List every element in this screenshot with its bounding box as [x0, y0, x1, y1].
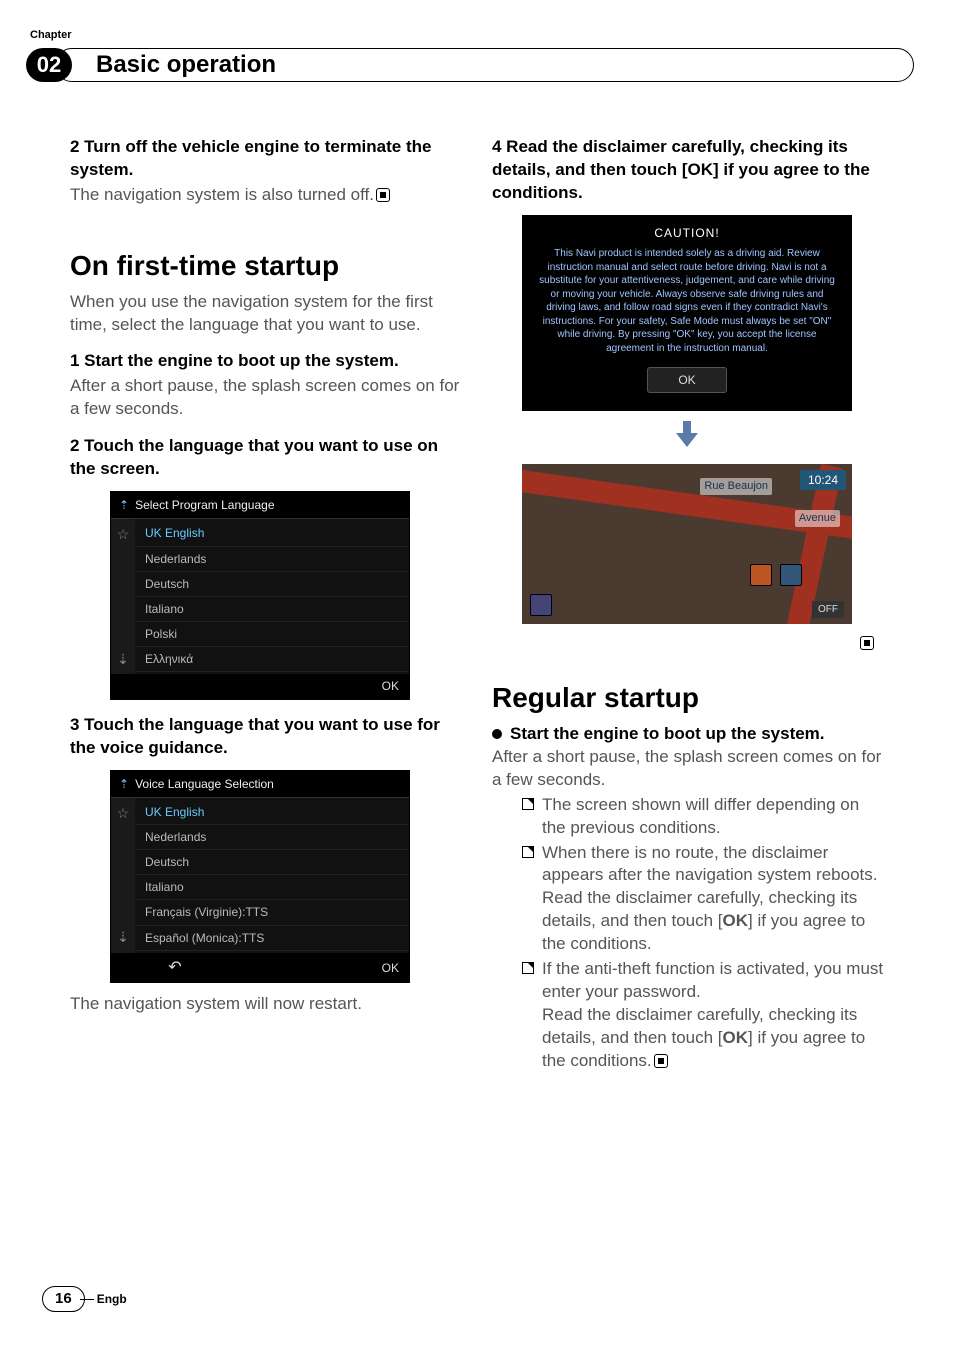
ok-bold: OK — [723, 1028, 749, 1047]
map-screenshot: Rue Beaujon Avenue 10:24 OFF — [522, 464, 852, 624]
sh2-header: Voice Language Selection — [135, 776, 274, 792]
sh1-header: Select Program Language — [135, 497, 274, 513]
ft-step1-body: After a short pause, the splash screen c… — [70, 375, 462, 421]
map-menu-icon[interactable] — [530, 594, 552, 616]
step-2-body-text: The navigation system is also turned off… — [70, 185, 374, 204]
list-item[interactable]: Español (Monica):TTS — [135, 926, 409, 951]
back-icon[interactable]: ↶ — [168, 957, 181, 979]
up-arrow-icon: ⇡ — [119, 497, 129, 513]
note-3-text: If the anti-theft function is activated,… — [542, 958, 884, 1073]
scroll-down-icon[interactable]: ⇣ — [117, 650, 129, 669]
scroll-down-icon[interactable]: ⇣ — [117, 928, 129, 947]
note-item-1: The screen shown will differ depending o… — [492, 794, 884, 840]
list-item[interactable]: Italiano — [135, 875, 409, 900]
arrow-down-icon — [522, 419, 852, 456]
ft-step1-title: 1 Start the engine to boot up the system… — [70, 350, 462, 373]
caution-title: CAUTION! — [536, 225, 838, 241]
caution-body: This Navi product is intended solely as … — [536, 247, 838, 355]
list-item[interactable]: Nederlands — [135, 547, 409, 572]
list-item[interactable]: Ελληνικά — [135, 647, 409, 672]
end-of-section — [492, 632, 884, 655]
heading-first-time-startup: On first-time startup — [70, 247, 462, 285]
map-avenue-label: Avenue — [795, 510, 840, 527]
program-language-screenshot: ⇡ Select Program Language ☆ ⇣ UK English… — [110, 491, 410, 700]
note-box-icon — [522, 962, 534, 974]
heading-regular-startup: Regular startup — [492, 679, 884, 717]
note-box-icon — [522, 798, 534, 810]
map-street-label: Rue Beaujon — [700, 478, 772, 495]
note-box-icon — [522, 846, 534, 858]
page-number: 16 — [42, 1286, 85, 1312]
end-of-section-icon — [654, 1054, 668, 1068]
list-item[interactable]: Italiano — [135, 597, 409, 622]
step-2-title: 2 Turn off the vehicle engine to termina… — [70, 136, 462, 182]
list-item[interactable]: Deutsch — [135, 572, 409, 597]
page-lang: Engb — [97, 1291, 127, 1307]
note-1-text: The screen shown will differ depending o… — [542, 794, 884, 840]
map-flag-icon[interactable] — [780, 564, 802, 586]
left-column: 2 Turn off the vehicle engine to termina… — [70, 130, 462, 1073]
voice-language-screenshot: ⇡ Voice Language Selection ☆ ⇣ UK Englis… — [110, 770, 410, 984]
end-of-section-icon — [376, 188, 390, 202]
first-time-intro: When you use the navigation system for t… — [70, 291, 462, 337]
scroll-up-icon[interactable]: ☆ — [117, 804, 130, 823]
note-2-text: When there is no route, the disclaimer a… — [542, 842, 884, 957]
regular-bullet-body: After a short pause, the splash screen c… — [492, 746, 884, 792]
caution-screenshot: CAUTION! This Navi product is intended s… — [522, 215, 852, 411]
ok-bold: OK — [723, 911, 749, 930]
list-item[interactable]: UK English — [135, 800, 409, 825]
map-pin-icon[interactable] — [750, 564, 772, 586]
chapter-number-badge: 02 — [26, 48, 72, 82]
sh2-ok[interactable]: OK — [382, 960, 399, 976]
regular-bullet-title: Start the engine to boot up the system. — [492, 723, 884, 746]
right-column: 4 Read the disclaimer carefully, checkin… — [492, 130, 884, 1073]
map-clock: 10:24 — [800, 470, 846, 490]
map-off-label: OFF — [812, 601, 844, 619]
up-arrow-icon: ⇡ — [119, 776, 129, 792]
note-item-3: If the anti-theft function is activated,… — [492, 958, 884, 1073]
end-of-section-icon — [860, 636, 874, 650]
ft-step3-title: 3 Touch the language that you want to us… — [70, 714, 462, 760]
ft-step2-title: 2 Touch the language that you want to us… — [70, 435, 462, 481]
sh1-list: UK English Nederlands Deutsch Italiano P… — [135, 519, 409, 674]
note-item-2: When there is no route, the disclaimer a… — [492, 842, 884, 957]
caution-ok-button[interactable]: OK — [647, 367, 726, 393]
sh2-list: UK English Nederlands Deutsch Italiano F… — [135, 798, 409, 953]
chapter-title: Basic operation — [55, 48, 914, 82]
step-4-title: 4 Read the disclaimer carefully, checkin… — [492, 136, 884, 205]
sh1-ok[interactable]: OK — [382, 678, 399, 694]
list-item[interactable]: UK English — [135, 521, 409, 546]
list-item[interactable]: Deutsch — [135, 850, 409, 875]
list-item[interactable]: Polski — [135, 622, 409, 647]
page-footer: 16 Engb — [42, 1286, 127, 1312]
chapter-label: Chapter — [30, 28, 72, 43]
note-3a: If the anti-theft function is activated,… — [542, 959, 883, 1001]
list-item[interactable]: Français (Virginie):TTS — [135, 900, 409, 925]
regular-bullet-text: Start the engine to boot up the system. — [510, 724, 825, 743]
bullet-icon — [492, 729, 502, 739]
list-item[interactable]: Nederlands — [135, 825, 409, 850]
scroll-up-icon[interactable]: ☆ — [117, 525, 130, 544]
restart-note: The navigation system will now restart. — [70, 993, 462, 1016]
step-2-body: The navigation system is also turned off… — [70, 184, 462, 207]
